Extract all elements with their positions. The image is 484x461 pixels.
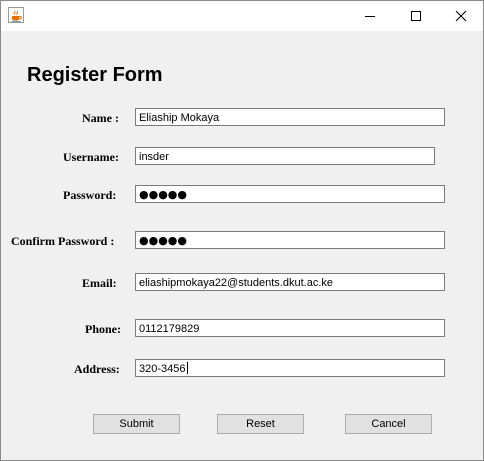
username-label: Username: bbox=[63, 150, 119, 164]
minimize-button[interactable] bbox=[347, 1, 393, 31]
phone-field[interactable]: 0112179829 bbox=[135, 319, 445, 337]
close-icon bbox=[455, 10, 467, 22]
minimize-icon bbox=[365, 16, 375, 17]
cancel-button[interactable]: Cancel bbox=[345, 414, 432, 434]
phone-label: Phone: bbox=[85, 322, 121, 336]
reset-button[interactable]: Reset bbox=[217, 414, 304, 434]
maximize-icon bbox=[411, 11, 421, 21]
name-field[interactable]: Eliaship Mokaya bbox=[135, 108, 445, 126]
title-bar[interactable] bbox=[1, 1, 483, 31]
submit-button[interactable]: Submit bbox=[93, 414, 180, 434]
password-label: Password: bbox=[63, 188, 117, 202]
password-field[interactable]: ●●●●● bbox=[135, 185, 445, 203]
confirm-password-field[interactable]: ●●●●● bbox=[135, 231, 445, 249]
java-coffee-cup-icon bbox=[8, 7, 24, 23]
email-label: Email: bbox=[82, 276, 117, 290]
address-value: 320-3456 bbox=[139, 363, 186, 375]
email-field[interactable]: eliashipmokaya22@students.dkut.ac.ke bbox=[135, 273, 445, 291]
close-button[interactable] bbox=[438, 1, 484, 31]
text-caret bbox=[186, 362, 188, 374]
confirm-password-label: Confirm Password : bbox=[11, 234, 115, 248]
name-label: Name : bbox=[82, 111, 119, 125]
address-label: Address: bbox=[74, 362, 120, 376]
username-field[interactable]: insder bbox=[135, 147, 435, 165]
maximize-button[interactable] bbox=[393, 1, 439, 31]
address-field[interactable]: 320-3456 bbox=[135, 359, 445, 377]
form-title: Register Form bbox=[27, 64, 163, 86]
